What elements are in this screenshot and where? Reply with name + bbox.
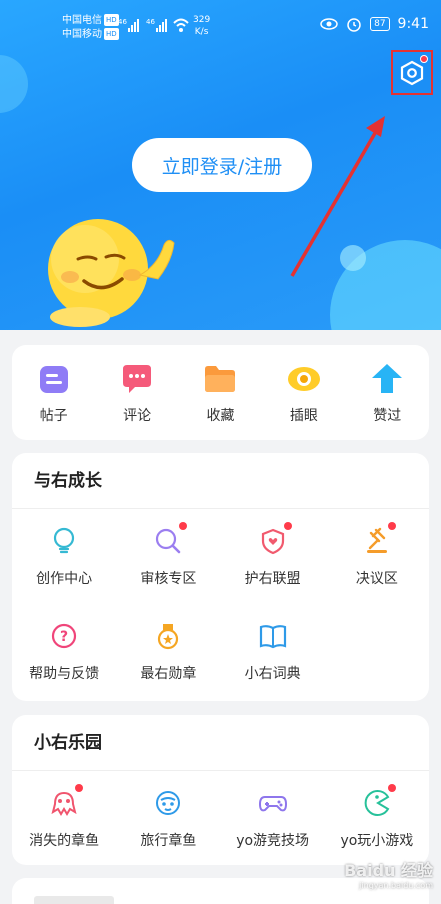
quick-item-label: 帖子 xyxy=(39,407,68,424)
magnifier-icon xyxy=(156,528,181,553)
mascot-emoji xyxy=(48,219,175,327)
quick-item-likes[interactable]: 赞过 xyxy=(352,361,422,425)
section-title: 小右乐园 xyxy=(12,715,429,771)
grid-item-dictionary[interactable]: 小右词典 xyxy=(221,604,325,699)
grid-item-yo-arena[interactable]: yo游竞技场 xyxy=(221,771,325,865)
grid-item-label: 帮助与反馈 xyxy=(29,665,100,682)
quick-item-posts[interactable]: 帖子 xyxy=(19,361,89,425)
park-grid: 消失的章鱼 旅行章鱼 yo游竞技场 yo玩小游戏 xyxy=(12,771,429,865)
quick-item-comments[interactable]: 评论 xyxy=(102,361,172,425)
notification-dot xyxy=(179,521,188,530)
quick-actions-card: 帖子 评论 收藏 插眼 赞过 xyxy=(12,345,429,440)
grid-item-yo-minigames[interactable]: yo玩小游戏 xyxy=(325,771,429,865)
notification-dot xyxy=(283,521,292,530)
grid-item-creation-center[interactable]: 创作中心 xyxy=(12,509,116,604)
profile-header: 中国电信 HD 中国移动 HD 46 46 329 K/s 87 9:41 立即… xyxy=(0,0,441,330)
travel-octopus-icon xyxy=(156,790,181,815)
quick-item-favorites[interactable]: 收藏 xyxy=(185,361,255,425)
grid-item-travel-octopus[interactable]: 旅行章鱼 xyxy=(116,771,220,865)
grid-item-label: yo玩小游戏 xyxy=(340,832,414,849)
shield-heart-icon xyxy=(261,528,284,554)
grid-item-label: 小右词典 xyxy=(244,665,301,682)
grid-item-review-zone[interactable]: 审核专区 xyxy=(116,509,220,604)
growth-grid: 创作中心 审核专区 护右联盟 决议区 ? 帮助与反馈 最右勋章 小右词典 xyxy=(12,509,429,699)
lightbulb-icon xyxy=(54,527,75,553)
grid-item-resolution-zone[interactable]: 决议区 xyxy=(325,509,429,604)
grid-item-vanished-octopus[interactable]: 消失的章鱼 xyxy=(12,771,116,865)
grid-item-label: 消失的章鱼 xyxy=(29,832,100,849)
quick-item-label: 赞过 xyxy=(373,407,402,424)
watermark: Baidu 经验 jingyan.baidu.com xyxy=(344,861,433,890)
thumbs-up-icon xyxy=(372,363,403,393)
medal-icon xyxy=(158,623,179,649)
help-icon: ? xyxy=(52,623,77,648)
folder-icon xyxy=(205,365,236,392)
grid-item-label: 护右联盟 xyxy=(244,570,301,587)
grid-item-guard-alliance[interactable]: 护右联盟 xyxy=(221,509,325,604)
grid-item-help-feedback[interactable]: ? 帮助与反馈 xyxy=(12,604,116,699)
gavel-icon xyxy=(366,527,387,553)
notification-dot xyxy=(387,521,396,530)
notification-dot xyxy=(75,783,84,792)
section-title: 与右成长 xyxy=(12,453,429,509)
login-register-button[interactable]: 立即登录/注册 xyxy=(132,138,312,192)
gamepad-icon xyxy=(258,795,287,811)
octopus-icon xyxy=(51,791,77,816)
quick-item-label: 插眼 xyxy=(289,407,318,424)
grid-item-medals[interactable]: 最右勋章 xyxy=(116,604,220,699)
growth-card: 与右成长 创作中心 审核专区 护右联盟 决议区 ? 帮助与反馈 最右勋章 小右词… xyxy=(12,453,429,701)
grid-item-label: 审核专区 xyxy=(140,570,197,587)
pacman-icon xyxy=(364,789,390,816)
eye-icon xyxy=(287,366,320,391)
park-card: 小右乐园 消失的章鱼 旅行章鱼 yo游竞技场 yo玩小游戏 xyxy=(12,715,429,865)
grid-item-label: 决议区 xyxy=(355,570,398,587)
quick-item-label: 评论 xyxy=(123,407,152,424)
post-icon xyxy=(39,365,68,393)
section-title-placeholder xyxy=(34,896,114,904)
grid-item-label: 旅行章鱼 xyxy=(140,832,197,849)
grid-item-label: 最右勋章 xyxy=(140,665,197,682)
quick-item-label: 收藏 xyxy=(206,407,235,424)
grid-item-label: yo游竞技场 xyxy=(236,832,310,849)
grid-item-label: 创作中心 xyxy=(36,570,93,587)
book-icon xyxy=(259,624,286,648)
svg-text:?: ? xyxy=(60,629,68,645)
notification-dot xyxy=(387,783,396,792)
quick-item-bookmarks[interactable]: 插眼 xyxy=(269,361,339,425)
comment-icon xyxy=(123,364,152,393)
